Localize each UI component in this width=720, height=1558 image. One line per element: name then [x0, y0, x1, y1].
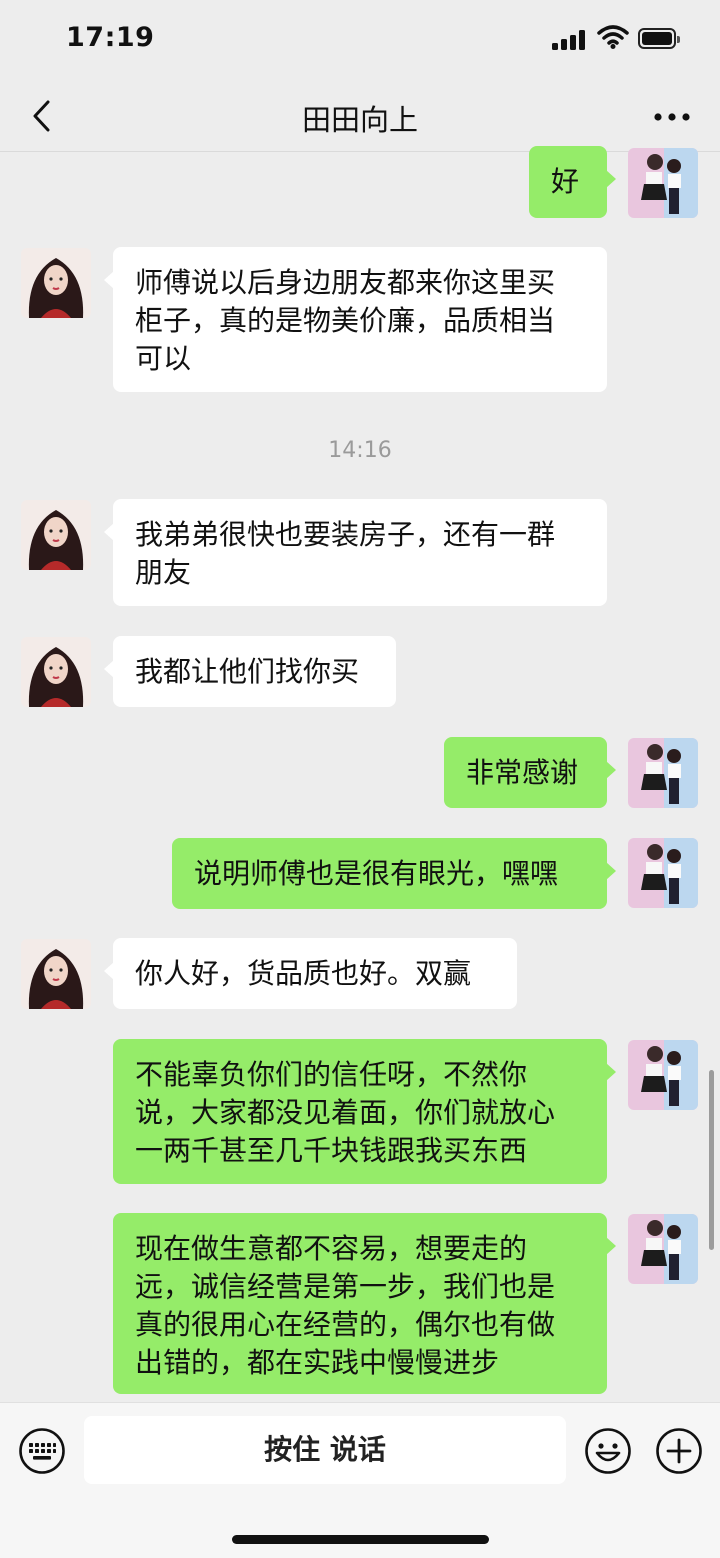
- message-line: 我弟弟很快也要装房子，还有一群: [135, 518, 556, 551]
- message-line: 现在做生意都不容易，想要走的: [135, 1232, 528, 1265]
- keyboard-icon[interactable]: [18, 1427, 66, 1475]
- battery-icon: [638, 28, 680, 49]
- message-line: 师傅说以后身边朋友都来你这里买: [135, 266, 556, 299]
- scroll-indicator[interactable]: [709, 1070, 714, 1250]
- contact-avatar[interactable]: [21, 637, 91, 707]
- nav-bar: 田田向上: [0, 80, 720, 152]
- message-bubble[interactable]: 我都让他们找你买: [104, 636, 396, 707]
- message-bubble[interactable]: 不能辜负你们的信任呀，不然你 说，大家都没见着面，你们就放心 一两千甚至几千块钱…: [113, 1039, 616, 1184]
- message-bubble[interactable]: 现在做生意都不容易，想要走的 远，诚信经营是第一步，我们也是 真的很用心在经营的…: [113, 1213, 616, 1394]
- more-dots-icon[interactable]: [650, 102, 694, 132]
- timestamp: 14:16: [328, 438, 392, 463]
- contact-avatar[interactable]: [21, 248, 91, 318]
- message-line: 远，诚信经营是第一步，我们也是: [135, 1270, 556, 1303]
- my-avatar[interactable]: [628, 738, 698, 808]
- home-indicator[interactable]: [232, 1535, 489, 1544]
- message-line: 真的很用心在经营的，偶尔也有做: [135, 1308, 556, 1341]
- message-line: 出错的，都在实践中慢慢进步: [135, 1346, 500, 1379]
- message-line: 可以: [135, 342, 192, 375]
- wifi-icon: [597, 25, 629, 49]
- my-avatar[interactable]: [628, 1040, 698, 1110]
- message-line: 柜子，真的是物美价廉，品质相当: [135, 304, 556, 337]
- message-line: 一两千甚至几千块钱跟我买东西: [135, 1134, 528, 1167]
- chat-title: 田田向上: [301, 103, 418, 137]
- message-bubble[interactable]: 好: [529, 146, 616, 218]
- plus-icon[interactable]: [655, 1427, 703, 1475]
- contact-avatar[interactable]: [21, 939, 91, 1009]
- my-avatar[interactable]: [628, 1214, 698, 1284]
- hold-to-talk-button[interactable]: 按住 说话: [84, 1416, 566, 1484]
- status-time: 17:19: [66, 22, 155, 53]
- emoji-icon[interactable]: [584, 1427, 632, 1475]
- message-bubble[interactable]: 非常感谢: [444, 737, 616, 808]
- message-bubble[interactable]: 你人好，货品质也好。双赢: [104, 938, 517, 1009]
- message-line: 朋友: [135, 556, 192, 589]
- my-avatar[interactable]: [628, 838, 698, 908]
- message-bubble[interactable]: 师傅说以后身边朋友都来你这里买 柜子，真的是物美价廉，品质相当 可以: [104, 247, 607, 392]
- message-bubble[interactable]: 说明师傅也是很有眼光，嘿嘿: [172, 838, 616, 909]
- message-bubble[interactable]: 我弟弟很快也要装房子，还有一群 朋友: [104, 499, 607, 606]
- my-avatar[interactable]: [628, 148, 698, 218]
- status-bar: 17:19: [0, 0, 720, 80]
- signal-icon: [552, 30, 588, 50]
- message-line: 说，大家都没见着面，你们就放心: [135, 1096, 556, 1129]
- contact-avatar[interactable]: [21, 500, 91, 570]
- message-line: 不能辜负你们的信任呀，不然你: [135, 1058, 528, 1091]
